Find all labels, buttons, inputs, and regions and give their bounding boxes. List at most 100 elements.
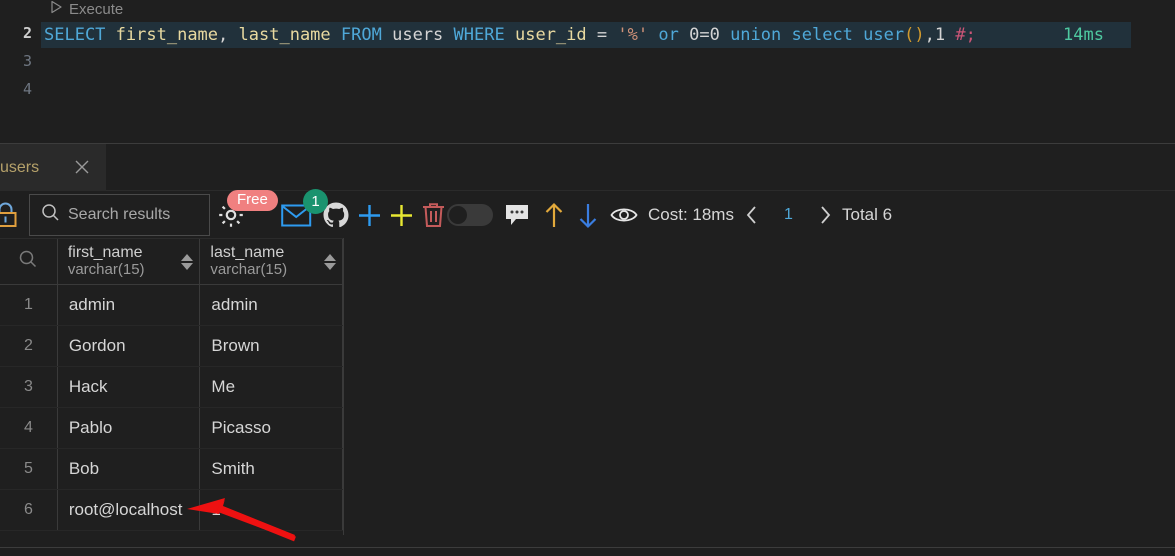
sql-token-24 <box>781 25 791 45</box>
sql-token-28: () <box>904 25 925 45</box>
grid-header-row: first_name varchar(15) last_name varchar… <box>0 238 343 285</box>
sql-token-11: WHERE <box>453 25 505 45</box>
column-type: varchar(15) <box>67 261 145 279</box>
row-index: 3 <box>0 367 58 407</box>
sql-token-21: 0=0 <box>689 25 720 45</box>
sql-token-0: SELECT <box>44 25 106 45</box>
column-name: first_name <box>67 244 143 262</box>
plus-yellow-icon[interactable] <box>388 191 415 239</box>
panel-bottom-divider <box>0 547 1175 548</box>
grid-body: 1 admin admin 2 Gordon Brown 3 Hack Me 4 Pablo Pica… <box>0 285 344 531</box>
sql-token-15: = <box>596 25 608 45</box>
cell-last-name[interactable]: Smith <box>200 449 344 489</box>
cell-first-name[interactable]: admin <box>58 285 201 325</box>
search-icon <box>41 203 60 227</box>
chevron-left-icon[interactable] <box>745 191 759 239</box>
grid-header-search-cell[interactable] <box>0 239 58 284</box>
eye-icon[interactable] <box>610 191 638 239</box>
sort-arrows-icon[interactable] <box>181 253 194 270</box>
lock-icon[interactable] <box>0 201 20 229</box>
row-index: 2 <box>0 326 58 366</box>
sql-token-2: first_name <box>115 25 219 45</box>
cell-first-name[interactable]: Bob <box>58 449 201 489</box>
sql-token-7: FROM <box>340 25 382 45</box>
grid-header-last-name[interactable]: last_name varchar(15) <box>200 239 343 284</box>
line-number-4: 4 <box>22 80 32 98</box>
table-row[interactable]: 5 Bob Smith <box>0 449 344 490</box>
query-execution-time: 14ms <box>1063 25 1104 45</box>
cost-label: Cost: 18ms <box>648 205 734 224</box>
sql-token-22 <box>720 25 730 45</box>
page-number[interactable]: 1 <box>784 191 793 239</box>
cell-first-name[interactable]: Hack <box>58 367 201 407</box>
play-triangle-icon <box>50 0 63 18</box>
search-input[interactable] <box>68 206 198 224</box>
cell-first-name[interactable]: Pablo <box>58 408 201 448</box>
mail-count-badge: 1 <box>303 189 328 214</box>
row-index: 1 <box>0 285 58 325</box>
table-row[interactable]: 2 Gordon Brown <box>0 326 344 367</box>
chevron-right-icon[interactable] <box>818 191 832 239</box>
sql-token-10 <box>443 25 453 45</box>
sql-token-1 <box>105 25 115 45</box>
cell-last-name[interactable]: Picasso <box>200 408 344 448</box>
sql-token-17: '%' <box>617 25 649 45</box>
cell-last-name[interactable]: Brown <box>200 326 344 366</box>
sql-query-line[interactable]: SELECT first_name, last_name FROM users … <box>44 22 976 48</box>
cell-last-name[interactable]: Me <box>200 367 344 407</box>
sql-token-26 <box>853 25 863 45</box>
sql-token-18 <box>648 25 658 45</box>
result-panel: users Search results Cost: 18ms 1 Total … <box>0 143 1175 556</box>
search-results-box[interactable] <box>29 194 210 236</box>
toggle-off-switch[interactable] <box>447 191 493 239</box>
sql-token-14 <box>587 25 597 45</box>
close-x-icon[interactable] <box>72 157 92 177</box>
column-type: varchar(15) <box>210 261 288 279</box>
sql-token-6 <box>331 25 341 45</box>
column-name: last_name <box>210 244 285 262</box>
free-badge: Free <box>227 190 278 211</box>
sql-token-12 <box>505 25 515 45</box>
comment-bubble-icon[interactable] <box>504 191 530 239</box>
sql-token-16 <box>607 25 617 45</box>
table-row[interactable]: 4 Pablo Picasso <box>0 408 344 449</box>
sql-client-window: Execute 2 3 4 SELECT first_name, last_na… <box>0 0 1175 556</box>
table-row[interactable]: 3 Hack Me <box>0 367 344 408</box>
sql-token-19: or <box>658 25 679 45</box>
sql-token-25: select <box>791 25 853 45</box>
table-row[interactable]: 6 root@localhost 1 <box>0 490 344 531</box>
line-number-3: 3 <box>22 52 32 70</box>
grid-header-first-name[interactable]: first_name varchar(15) <box>58 239 201 284</box>
line-number-2: 2 <box>22 24 32 42</box>
editor-gutter: 2 3 4 <box>0 0 40 143</box>
sql-token-27: user <box>863 25 905 45</box>
cell-first-name[interactable]: Gordon <box>58 326 201 366</box>
sql-token-20 <box>679 25 689 45</box>
table-row[interactable]: 1 admin admin <box>0 285 344 326</box>
trash-icon[interactable] <box>420 191 447 239</box>
execute-codelens[interactable]: Execute <box>50 0 123 20</box>
row-index: 4 <box>0 408 58 448</box>
sql-token-30 <box>945 25 955 45</box>
sql-token-23: union <box>730 25 782 45</box>
total-label: Total 6 <box>842 205 893 224</box>
sort-arrows-icon[interactable] <box>324 253 336 270</box>
cell-first-name[interactable]: root@localhost <box>58 490 201 530</box>
arrow-down-icon[interactable] <box>577 191 599 239</box>
cell-last-name[interactable]: admin <box>200 285 344 325</box>
result-toolbar: Cost: 18ms 1 Total 6 <box>0 191 1175 239</box>
sql-token-13: user_id <box>514 25 587 45</box>
row-index: 5 <box>0 449 58 489</box>
cell-last-name[interactable]: 1 <box>200 490 344 530</box>
sql-token-5: last_name <box>238 25 331 45</box>
sql-token-3: , <box>218 25 229 45</box>
search-icon <box>18 249 38 274</box>
row-index: 6 <box>0 490 58 530</box>
result-tabstrip: users <box>0 144 1175 191</box>
sql-token-29: ,1 <box>924 25 946 45</box>
result-tab-users[interactable]: users <box>0 144 106 191</box>
plus-blue-icon[interactable] <box>356 191 383 239</box>
result-tab-label: users <box>0 158 40 176</box>
sql-editor-pane: Execute 2 3 4 SELECT first_name, last_na… <box>0 0 1175 143</box>
arrow-up-icon[interactable] <box>543 191 565 239</box>
